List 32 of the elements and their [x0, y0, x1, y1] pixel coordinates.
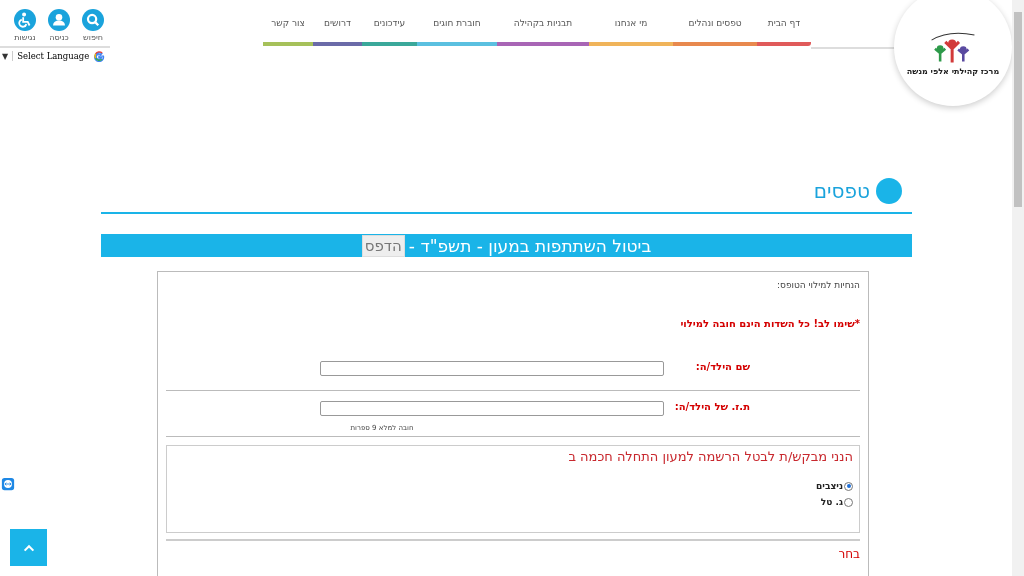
page-title: טפסים — [813, 179, 870, 203]
form-title: ביטול השתתפות במעון - תשפ"ד - — [408, 235, 652, 256]
scroll-to-top-button[interactable] — [10, 529, 47, 566]
input-field[interactable] — [320, 361, 664, 376]
input-field[interactable] — [320, 401, 664, 416]
required-notice: *שימו לב! כל השדות הינם חובה למילוי — [679, 317, 860, 329]
section-label: בחר — [166, 539, 860, 561]
header-tool-link[interactable]: כניסה — [48, 9, 70, 42]
header-tool-link[interactable]: חיפוש — [82, 9, 104, 42]
language-select[interactable]: ▼ Select Language — [0, 46, 110, 64]
print-button[interactable]: הדפס — [361, 234, 405, 257]
header-tool-link[interactable]: נגישות — [14, 9, 36, 42]
logo-badge[interactable]: מרכז קהילתי אלפי מנשה — [894, 0, 1012, 106]
remote-support-icon[interactable] — [1, 477, 15, 491]
radio-label: ג. טל — [820, 497, 843, 507]
title-dot-icon — [876, 178, 902, 204]
instructions-text: הנחיות למילוי הטופס: — [776, 279, 860, 290]
field-label: ת.ז. של הילד/ה: — [673, 401, 751, 412]
nav-link[interactable]: חוברת חוגים — [417, 18, 497, 46]
nav-link[interactable]: תבניות בקהילה — [497, 18, 589, 46]
search-icon — [82, 9, 104, 31]
wheelchair-icon — [14, 9, 36, 31]
user-icon — [48, 9, 70, 31]
nav-link[interactable]: מי אנחנו — [589, 18, 673, 46]
nav-link[interactable]: צור קשר — [263, 18, 313, 46]
nav-link[interactable]: טפסים ונהלים — [673, 18, 757, 46]
field-label: שם הילד/ה: — [694, 361, 751, 372]
nav-link[interactable]: עידכונים — [362, 18, 417, 46]
google-g-icon — [93, 50, 106, 62]
nav-link[interactable]: דף הבית — [757, 18, 811, 46]
radio-label: ניצבים — [816, 481, 843, 491]
nav-link[interactable]: דרושים — [313, 18, 362, 46]
